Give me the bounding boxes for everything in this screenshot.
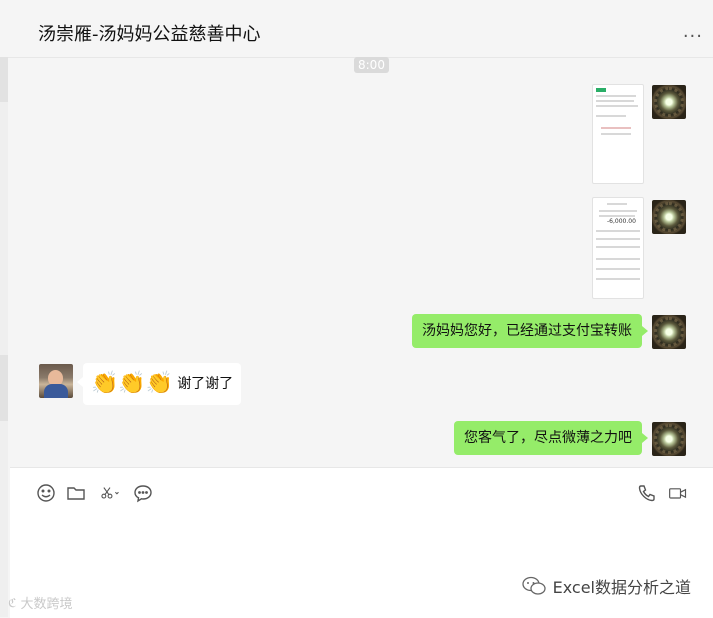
my-avatar[interactable]	[652, 200, 686, 234]
watermark-logo-icon: ℭ	[8, 595, 17, 610]
left-divider	[0, 57, 8, 617]
image-message[interactable]	[592, 84, 644, 184]
message-composer[interactable]: Excel数据分析之道	[10, 467, 713, 618]
more-options-icon[interactable]: ···	[683, 26, 703, 47]
transfer-amount: -6,000.00	[607, 218, 636, 225]
chat-title: 汤崇雁-汤妈妈公益慈善中心	[38, 24, 261, 45]
watermark-excel-text: Excel数据分析之道	[552, 578, 691, 597]
wechat-logo-icon	[521, 576, 546, 595]
timestamp-badge: 8:00	[354, 57, 389, 73]
chat-bubble-icon[interactable]	[132, 482, 154, 504]
contact-avatar[interactable]	[39, 364, 73, 398]
video-icon[interactable]	[666, 482, 690, 504]
my-avatar[interactable]	[652, 85, 686, 119]
my-avatar[interactable]	[652, 422, 686, 456]
incoming-message-text: 谢了谢了	[177, 376, 234, 392]
outgoing-message[interactable]: 汤妈妈您好，已经通过支付宝转账	[412, 314, 648, 348]
scissors-icon[interactable]	[97, 482, 123, 504]
folder-icon[interactable]	[65, 482, 87, 504]
chat-header: 汤崇雁-汤妈妈公益慈善中心 ···	[0, 0, 713, 58]
image-message[interactable]: -6,000.00	[592, 197, 644, 299]
phone-icon[interactable]	[636, 482, 658, 504]
incoming-message[interactable]: 👏👏👏 谢了谢了	[76, 363, 242, 405]
watermark-source-text: 大数跨境	[20, 597, 73, 612]
outgoing-message[interactable]: 您客气了，尽点微薄之力吧	[454, 421, 648, 455]
message-list[interactable]: 8:00 -6,000.00 汤妈妈您好，已经通过支付宝转账 👏👏👏 谢了谢了 …	[10, 57, 713, 467]
clap-emoji: 👏👏👏	[91, 371, 174, 396]
watermark-source: ℭ 大数跨境	[8, 593, 73, 613]
watermark-excel: Excel数据分析之道	[521, 574, 691, 598]
emoji-icon[interactable]	[35, 482, 57, 504]
my-avatar[interactable]	[652, 315, 686, 349]
